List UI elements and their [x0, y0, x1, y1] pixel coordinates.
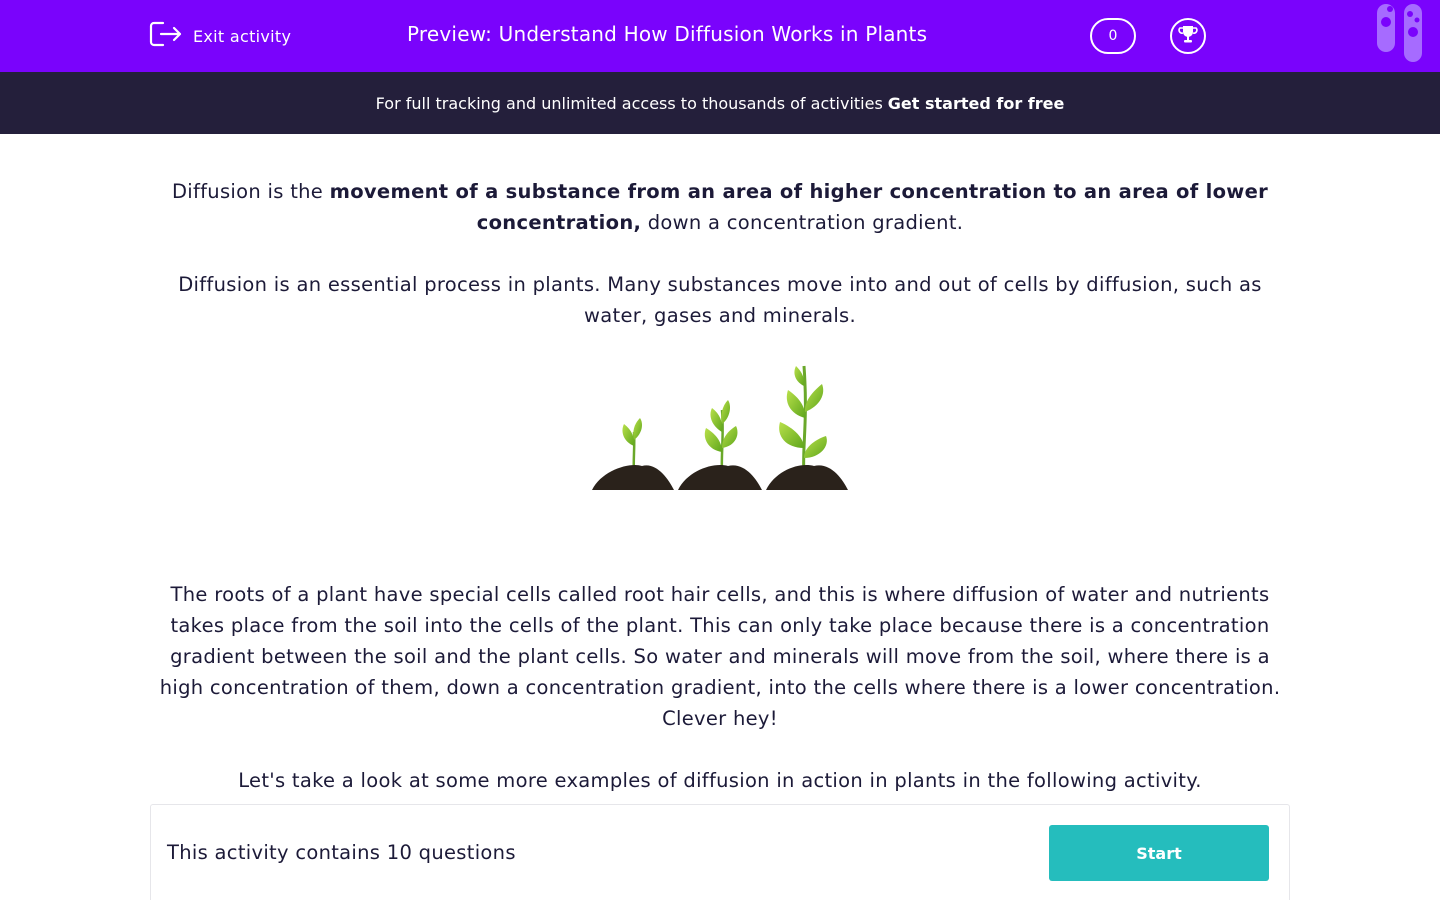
intro-paragraph-4: Let's take a look at some more examples … [238, 769, 1202, 792]
start-button[interactable]: Start [1049, 825, 1269, 881]
score-badge: 0 [1090, 18, 1136, 54]
exit-icon [149, 20, 183, 52]
banner-text: For full tracking and unlimited access t… [375, 93, 883, 113]
intro-p1-start: Diffusion is the [171, 180, 330, 203]
trophy-button[interactable] [1170, 18, 1206, 54]
activity-card: This activity contains 10 questions Star… [150, 804, 1290, 900]
get-started-link[interactable]: Get started for free [888, 94, 1065, 113]
intro-p1-end: down a concentration gradient. [641, 211, 964, 234]
intro-paragraph-3: The roots of a plant have special cells … [159, 583, 1281, 730]
intro-paragraph-2: Diffusion is an essential process in pla… [178, 273, 1262, 327]
top-bar: Exit activity Preview: Understand How Di… [0, 0, 1440, 72]
seedling-icon [592, 365, 848, 490]
trophy-icon [1177, 23, 1199, 49]
page-title: Preview: Understand How Diffusion Works … [407, 22, 928, 46]
intro-paragraph-1: Diffusion is the movement of a substance… [150, 176, 1290, 238]
test-tubes-icon [1376, 0, 1426, 66]
intro-content: Diffusion is the movement of a substance… [150, 176, 1290, 827]
promo-banner: For full tracking and unlimited access t… [0, 72, 1440, 134]
seedlings-image [150, 362, 1290, 542]
question-count: This activity contains 10 questions [167, 841, 516, 864]
exit-label: Exit activity [193, 26, 292, 46]
exit-activity-button[interactable]: Exit activity [149, 20, 291, 52]
